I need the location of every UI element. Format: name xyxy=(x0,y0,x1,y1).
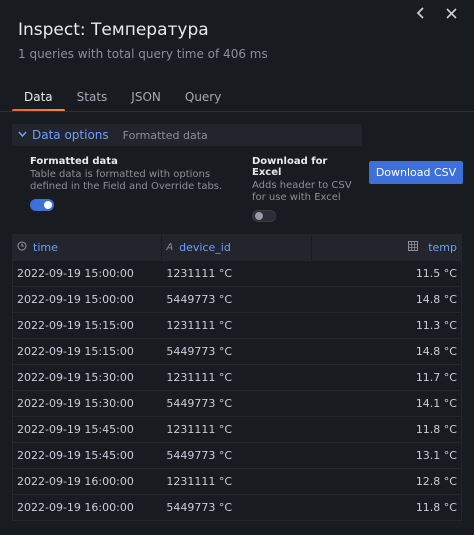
excel-option: Download for Excel Adds header to CSV fo… xyxy=(252,156,357,222)
chevron-down-icon xyxy=(18,130,32,140)
cell-time: 2022-09-19 15:00:00 xyxy=(17,267,134,280)
column-header-device-id[interactable]: A device_id xyxy=(162,235,312,260)
cell-time: 2022-09-19 15:45:00 xyxy=(17,449,134,462)
cell-time: 2022-09-19 16:00:00 xyxy=(17,501,134,514)
cell-time: 2022-09-19 15:30:00 xyxy=(17,397,134,410)
drawer-subtitle: 1 queries with total query time of 406 m… xyxy=(18,47,268,61)
cell-device-id: 1231111 °C xyxy=(166,267,232,280)
table-row: 2022-09-19 15:00:00 1231111 °C 11.5 °C xyxy=(13,260,461,286)
cell-device-id: 5449773 °C xyxy=(166,501,232,514)
table-row: 2022-09-19 15:30:00 5449773 °C 14.1 °C xyxy=(13,390,461,416)
header-actions xyxy=(414,6,458,20)
drawer-title: Inspect: Температура xyxy=(18,20,209,40)
tab-data[interactable]: Data xyxy=(12,86,65,112)
cell-temp: 11.7 °C xyxy=(415,371,457,384)
cell-time: 2022-09-19 15:15:00 xyxy=(17,319,134,332)
cell-device-id: 5449773 °C xyxy=(166,293,232,306)
cell-temp: 14.8 °C xyxy=(415,293,457,306)
cell-temp: 11.5 °C xyxy=(415,267,457,280)
data-table: time A device_id temp 2022-09-19 15:00:0… xyxy=(12,234,462,521)
cell-temp: 11.8 °C xyxy=(415,423,457,436)
cell-device-id: 1231111 °C xyxy=(166,371,232,384)
formatted-data-switch[interactable] xyxy=(30,199,54,211)
cell-time: 2022-09-19 15:45:00 xyxy=(17,423,134,436)
cell-device-id: 5449773 °C xyxy=(166,397,232,410)
excel-description: Adds header to CSV for use with Excel xyxy=(252,180,352,203)
data-options-summary: Formatted data xyxy=(122,128,208,142)
number-type-icon xyxy=(408,241,419,254)
tab-json[interactable]: JSON xyxy=(119,86,173,112)
inspect-tabs: Data Stats JSON Query xyxy=(12,86,233,112)
data-options-toggle[interactable]: Data options Formatted data xyxy=(12,124,362,146)
cell-device-id: 5449773 °C xyxy=(166,345,232,358)
formatted-data-description: Table data is formatted with options def… xyxy=(30,169,223,192)
text-type-icon: A xyxy=(166,242,174,253)
cell-temp: 13.1 °C xyxy=(415,449,457,462)
tab-query[interactable]: Query xyxy=(173,86,233,112)
table-row: 2022-09-19 15:45:00 1231111 °C 11.8 °C xyxy=(13,416,461,442)
cell-temp: 11.8 °C xyxy=(415,501,457,514)
chevron-left-icon[interactable] xyxy=(414,6,428,20)
cell-temp: 11.3 °C xyxy=(415,319,457,332)
tabs-divider xyxy=(0,111,474,112)
table-row: 2022-09-19 15:15:00 1231111 °C 11.3 °C xyxy=(13,312,461,338)
inspect-drawer: Inspect: Температура 1 queries with tota… xyxy=(0,0,474,535)
clock-icon xyxy=(17,241,27,254)
table-row: 2022-09-19 15:45:00 5449773 °C 13.1 °C xyxy=(13,442,461,468)
table-row: 2022-09-19 16:00:00 5449773 °C 11.8 °C xyxy=(13,494,461,520)
cell-time: 2022-09-19 15:00:00 xyxy=(17,293,134,306)
data-options-label: Data options xyxy=(32,128,109,142)
cell-device-id: 1231111 °C xyxy=(166,423,232,436)
cell-device-id: 5449773 °C xyxy=(166,449,232,462)
tab-stats[interactable]: Stats xyxy=(65,86,120,112)
cell-temp: 14.8 °C xyxy=(415,345,457,358)
table-row: 2022-09-19 16:00:00 1231111 °C 12.8 °C xyxy=(13,468,461,494)
cell-time: 2022-09-19 15:30:00 xyxy=(17,371,134,384)
formatted-data-option: Formatted data Table data is formatted w… xyxy=(30,156,240,211)
table-row: 2022-09-19 15:15:00 5449773 °C 14.8 °C xyxy=(13,338,461,364)
formatted-data-title: Formatted data xyxy=(30,156,118,167)
cell-time: 2022-09-19 16:00:00 xyxy=(17,475,134,488)
excel-title: Download for Excel xyxy=(252,156,328,178)
column-header-time[interactable]: time xyxy=(13,235,163,260)
cell-device-id: 1231111 °C xyxy=(166,319,232,332)
table-header: time A device_id temp xyxy=(13,235,461,260)
download-csv-button[interactable]: Download CSV xyxy=(369,161,463,184)
cell-time: 2022-09-19 15:15:00 xyxy=(17,345,134,358)
column-header-temp[interactable]: temp xyxy=(312,235,461,260)
table-row: 2022-09-19 15:00:00 5449773 °C 14.8 °C xyxy=(13,286,461,312)
cell-temp: 14.1 °C xyxy=(415,397,457,410)
table-row: 2022-09-19 15:30:00 1231111 °C 11.7 °C xyxy=(13,364,461,390)
cell-device-id: 1231111 °C xyxy=(166,475,232,488)
excel-switch[interactable] xyxy=(252,210,276,222)
close-icon[interactable] xyxy=(444,6,458,20)
cell-temp: 12.8 °C xyxy=(415,475,457,488)
